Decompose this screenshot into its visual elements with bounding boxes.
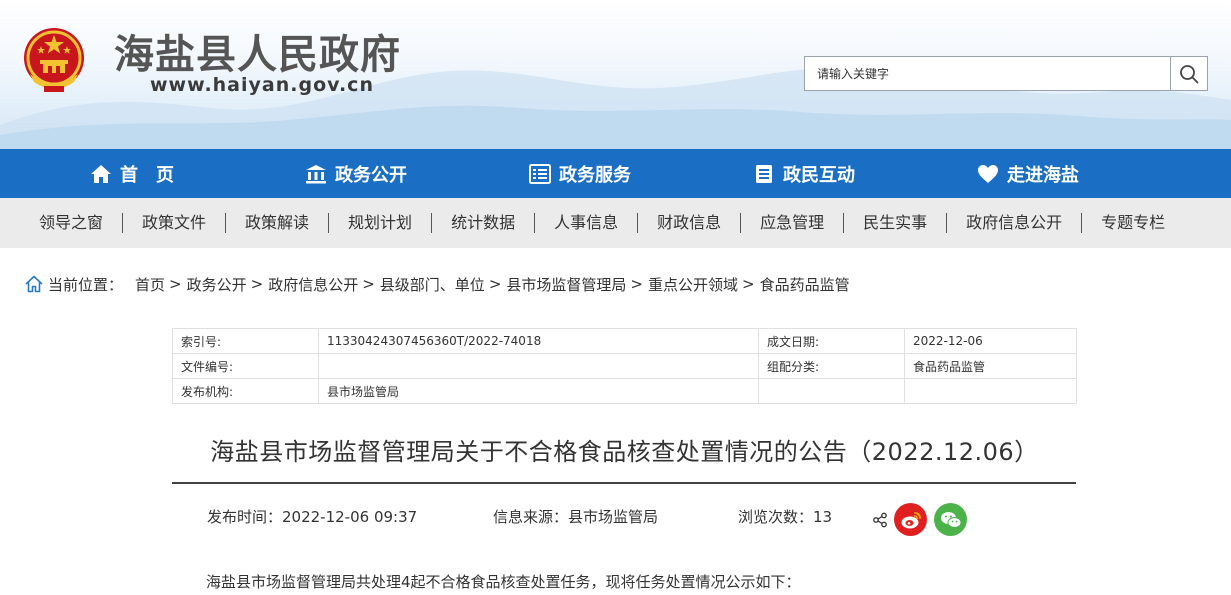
nav-item-home[interactable]: 首 页 — [20, 149, 244, 198]
meta-value-category: 食品药品监管 — [904, 353, 1077, 379]
breadcrumb-item[interactable]: 首页 — [135, 274, 165, 295]
weibo-icon — [901, 511, 921, 528]
home-icon — [90, 163, 112, 185]
search-input[interactable] — [804, 56, 1170, 91]
subnav-item-special-topics[interactable]: 专题专栏 — [1082, 213, 1184, 233]
nav-item-government-affairs[interactable]: 政务公开 — [244, 149, 468, 198]
subnav-item-statistics[interactable]: 统计数据 — [432, 213, 534, 233]
list-icon — [753, 163, 775, 185]
meta-empty-cell — [904, 378, 1077, 404]
meta-key-date: 成文日期: — [758, 328, 905, 354]
article-body-text: 海盐县市场监督管理局共处理4起不合格食品核查处置任务，现将任务处置情况公示如下： — [206, 573, 801, 591]
document-meta-table: 索引号: 11330424307456360T/2022-74018 成文日期:… — [172, 328, 1077, 404]
sub-nav: 领导之窗 政策文件 政策解读 规划计划 统计数据 人事信息 财政信息 应急管理 … — [0, 198, 1231, 248]
site-title: 海盐县人民政府 — [114, 32, 401, 78]
subnav-item-policy-interpretation[interactable]: 政策解读 — [226, 213, 328, 233]
heart-icon — [977, 163, 999, 185]
breadcrumb-separator: > — [169, 275, 182, 293]
breadcrumb-item-current[interactable]: 食品药品监管 — [760, 274, 850, 295]
nav-item-government-services[interactable]: 政务服务 — [468, 149, 692, 198]
meta-key-category: 组配分类: — [758, 353, 905, 379]
meta-value-date: 2022-12-06 — [904, 328, 1077, 354]
subnav-item-info-disclosure[interactable]: 政府信息公开 — [947, 213, 1081, 233]
nav-item-about-haiyan[interactable]: 走进海盐 — [916, 149, 1140, 198]
site-header: 海盐县人民政府 www.haiyan.gov.cn — [0, 0, 1231, 149]
breadcrumb-separator: > — [250, 275, 264, 293]
meta-value-org: 县市场监管局 — [318, 378, 759, 404]
subnav-item-personnel[interactable]: 人事信息 — [535, 213, 637, 233]
nav-label: 政务服务 — [559, 164, 631, 186]
breadcrumb-label: 当前位置： — [48, 275, 124, 294]
table-row: 索引号: 11330424307456360T/2022-74018 成文日期:… — [172, 328, 1077, 354]
breadcrumb-item[interactable]: 县市场监督管理局 — [506, 274, 626, 295]
meta-empty-cell — [758, 378, 905, 404]
table-row: 文件编号: 组配分类: 食品药品监管 — [172, 353, 1077, 379]
subnav-item-emergency[interactable]: 应急管理 — [741, 213, 843, 233]
breadcrumb-separator: > — [362, 275, 375, 293]
subnav-item-leaders[interactable]: 领导之窗 — [20, 213, 122, 233]
share-wechat-button[interactable] — [934, 503, 967, 536]
home-outline-icon — [25, 275, 43, 293]
subnav-item-livelihood[interactable]: 民生实事 — [844, 213, 946, 233]
article-title: 海盐县市场监督管理局关于不合格食品核查处置情况的公告（2022.12.06） — [210, 438, 1039, 466]
search-icon — [1180, 64, 1199, 83]
meta-key-index: 索引号: — [172, 328, 319, 354]
meta-value-index: 11330424307456360T/2022-74018 — [318, 328, 759, 354]
share-weibo-button[interactable] — [894, 503, 927, 536]
table-row: 发布机构: 县市场监管局 — [172, 378, 1077, 404]
site-url: www.haiyan.gov.cn — [150, 74, 374, 96]
breadcrumb-separator: > — [630, 275, 643, 293]
nav-label: 走进海盐 — [1007, 164, 1079, 186]
document-list-icon — [529, 163, 551, 185]
title-divider — [172, 482, 1076, 484]
publish-time: 发布时间：2022-12-06 09:37 — [207, 508, 418, 526]
breadcrumb-separator: > — [742, 275, 755, 293]
nav-item-public-interaction[interactable]: 政民互动 — [692, 149, 916, 198]
nav-label: 首 页 — [120, 164, 174, 186]
breadcrumb-item[interactable]: 政务公开 — [187, 274, 247, 295]
share-icon[interactable] — [872, 512, 888, 528]
nav-label: 政民互动 — [783, 164, 855, 186]
subnav-item-plans[interactable]: 规划计划 — [329, 213, 431, 233]
view-count: 浏览次数：13 — [738, 508, 833, 526]
breadcrumb-separator: > — [488, 275, 502, 293]
breadcrumb-item[interactable]: 县级部门、单位 — [380, 274, 485, 295]
breadcrumb-item[interactable]: 重点公开领域 — [648, 274, 738, 295]
nav-label: 政务公开 — [335, 164, 407, 186]
breadcrumb-item[interactable]: 政府信息公开 — [268, 274, 358, 295]
breadcrumb: 当前位置： 首页 > 政务公开 > 政府信息公开 > 县级部门、单位 > 县市场… — [24, 273, 850, 295]
search-box — [804, 56, 1208, 91]
building-icon — [305, 163, 327, 185]
search-button[interactable] — [1170, 56, 1208, 91]
national-emblem-icon — [24, 28, 84, 92]
info-source: 信息来源：县市场监管局 — [493, 508, 659, 526]
main-nav: 首 页 政务公开 政务服务 政民互动 走进海盐 — [0, 149, 1231, 198]
meta-key-doc-no: 文件编号: — [172, 353, 319, 379]
meta-value-doc-no — [318, 353, 759, 379]
meta-key-org: 发布机构: — [172, 378, 319, 404]
subnav-item-finance[interactable]: 财政信息 — [638, 213, 740, 233]
wechat-icon — [940, 511, 961, 528]
subnav-item-policy-files[interactable]: 政策文件 — [123, 213, 225, 233]
